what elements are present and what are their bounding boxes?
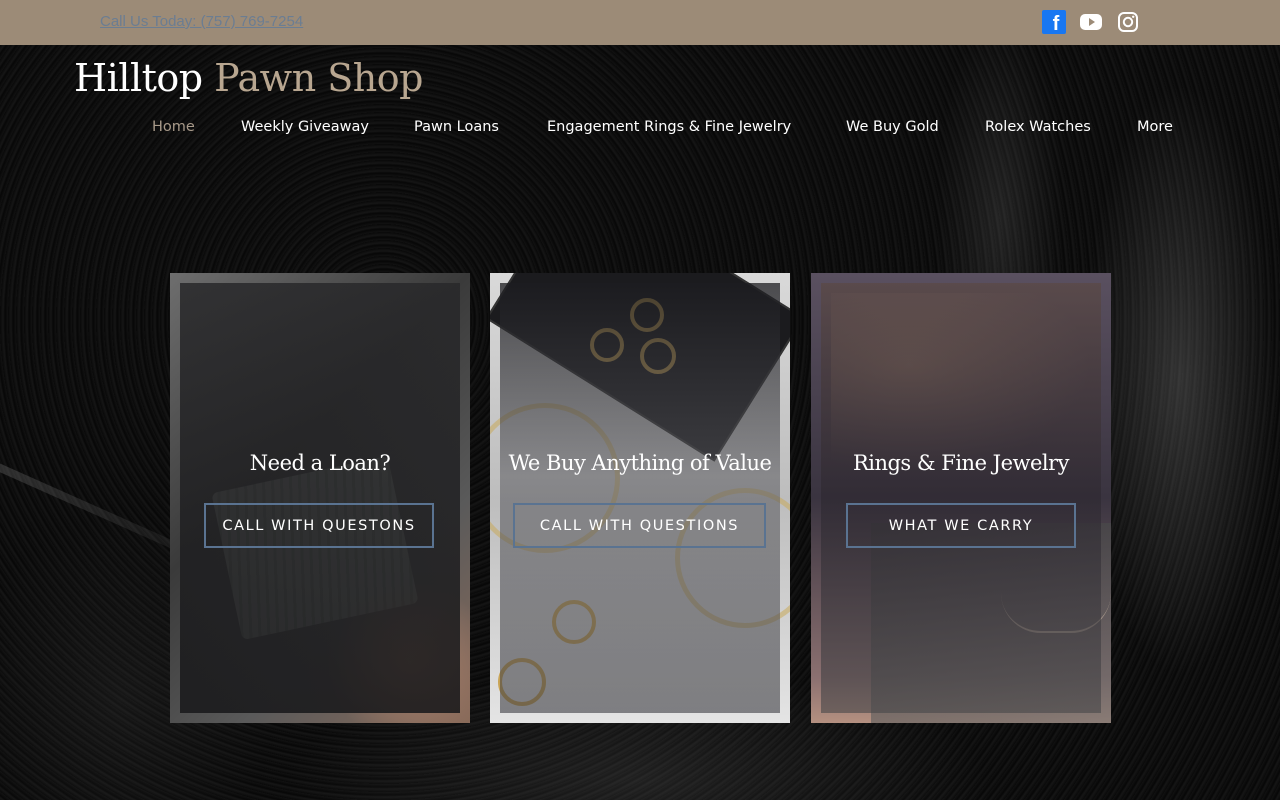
what-we-carry-button[interactable]: WHAT WE CARRY [846, 503, 1076, 548]
brand-name-part1: Hilltop [74, 56, 215, 100]
nav-item-weekly-giveaway[interactable]: Weekly Giveaway [241, 119, 369, 135]
brand-name-part2: Pawn Shop [214, 56, 423, 100]
nav-item-engagement-rings[interactable]: Engagement Rings & Fine Jewelry [547, 119, 791, 135]
card-we-buy: We Buy Anything of Value CALL WITH QUEST… [490, 273, 790, 723]
call-with-questions-button[interactable]: CALL WITH QUESTIONS [513, 503, 766, 548]
nav-item-rolex-watches[interactable]: Rolex Watches [985, 119, 1091, 135]
nav-item-we-buy-gold[interactable]: We Buy Gold [846, 119, 939, 135]
call-with-questions-button[interactable]: CALL WITH QUESTONS [204, 503, 434, 548]
youtube-icon[interactable] [1079, 10, 1103, 34]
card-loan: Need a Loan? CALL WITH QUESTONS [170, 273, 470, 723]
main-nav: Home Weekly Giveaway Pawn Loans Engageme… [0, 119, 1280, 139]
card-title: Need a Loan? [249, 451, 391, 475]
site-logo[interactable]: Hilltop Pawn Shop [74, 56, 423, 100]
nav-item-home[interactable]: Home [152, 119, 195, 135]
instagram-icon[interactable] [1116, 10, 1140, 34]
card-title: Rings & Fine Jewelry [852, 451, 1070, 475]
nav-item-pawn-loans[interactable]: Pawn Loans [414, 119, 499, 135]
card-overlay [180, 283, 460, 713]
card-rings: Rings & Fine Jewelry WHAT WE CARRY [811, 273, 1111, 723]
nav-item-more[interactable]: More [1137, 119, 1173, 135]
facebook-icon[interactable]: f [1042, 10, 1066, 35]
phone-link[interactable]: Call Us Today: (757) 769-7254 [100, 13, 303, 30]
card-overlay [821, 283, 1101, 713]
card-overlay [500, 283, 780, 713]
card-title: We Buy Anything of Value [508, 451, 772, 475]
top-bar: Call Us Today: (757) 769-7254 f [0, 0, 1280, 45]
